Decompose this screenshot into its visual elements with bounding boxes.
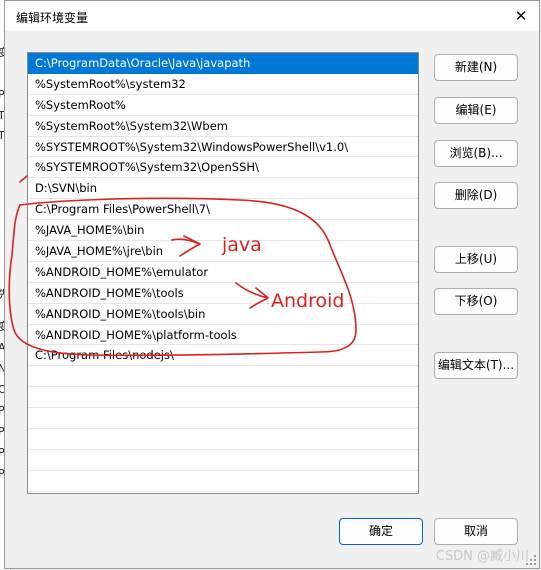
move-up-button[interactable]: 上移(U) [434,246,518,273]
close-button[interactable]: ✕ [509,5,533,27]
browse-button[interactable]: 浏览(B)... [434,140,518,167]
path-list[interactable]: C:\ProgramData\Oracle\Java\javapath %Syst… [27,52,419,494]
cancel-button[interactable]: 取消 [434,518,518,545]
list-item[interactable]: %SystemRoot%\system32 [28,74,418,95]
new-button[interactable]: 新建(N) [434,54,518,81]
list-item[interactable]: C:\ProgramData\Oracle\Java\javapath [28,53,418,74]
ok-button[interactable]: 确定 [339,518,423,545]
android-annotation-label: Android [271,290,345,312]
list-item[interactable] [28,387,418,409]
title-bar: 编辑环境变量 ✕ [5,1,539,31]
list-item[interactable]: %ANDROID_HOME%\tools [28,283,418,304]
list-item[interactable]: %SystemRoot% [28,95,418,116]
dialog-title: 编辑环境变量 [16,11,89,25]
list-item[interactable]: %ANDROID_HOME%\emulator [28,262,418,283]
close-icon: ✕ [514,7,528,25]
list-item[interactable] [28,429,418,450]
list-item[interactable]: %SystemRoot%\System32\Wbem [28,116,418,137]
list-item[interactable]: %ANDROID_HOME%\tools\bin [28,304,418,325]
list-item[interactable]: %SYSTEMROOT%\System32\WindowsPowerShell\… [28,137,418,158]
edit-button[interactable]: 编辑(E) [434,97,518,124]
move-down-button[interactable]: 下移(O) [434,288,518,315]
list-item[interactable]: C:\Program Files\nodejs\ [28,345,418,367]
edit-text-button[interactable]: 编辑文本(T)... [434,352,518,379]
edit-env-variable-dialog: 编辑环境变量 ✕ C:\ProgramData\Oracle\Java\java… [4,0,540,569]
list-item[interactable] [28,366,418,388]
list-item[interactable]: %SYSTEMROOT%\System32\OpenSSH\ [28,157,418,179]
list-item[interactable]: %ANDROID_HOME%\platform-tools [28,325,418,346]
list-item[interactable] [28,471,418,492]
csdn-watermark: CSDN @臧小川 [435,549,529,564]
delete-button[interactable]: 删除(D) [434,182,518,209]
list-item[interactable]: C:\Program Files\PowerShell\7\ [28,199,418,221]
java-annotation-label: java [222,234,262,256]
list-item[interactable] [28,450,418,471]
list-item[interactable]: D:\SVN\bin [28,178,418,200]
list-item[interactable] [28,408,418,430]
